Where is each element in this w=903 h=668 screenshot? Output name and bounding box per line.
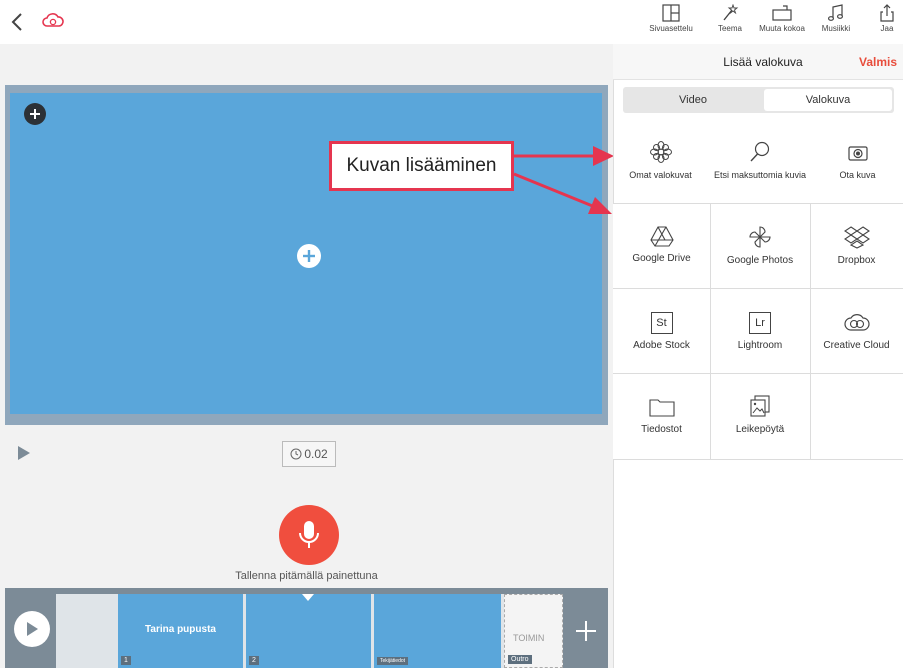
done-button[interactable]: Valmis	[859, 55, 897, 69]
timeline-clip[interactable]: TOIMIN Outro	[504, 594, 563, 668]
service-label: Tiedostot	[641, 424, 682, 435]
tab-photo[interactable]: Valokuva	[764, 89, 892, 111]
grid-divider	[613, 288, 903, 289]
add-photo-button[interactable]	[297, 244, 321, 268]
service-google-photos[interactable]: Google Photos	[710, 225, 810, 266]
share-icon	[880, 4, 894, 22]
music-note-icon	[827, 4, 844, 21]
dropbox-icon	[843, 226, 870, 249]
layout-icon	[662, 4, 680, 22]
grid-divider	[613, 203, 903, 204]
cloud-sync-icon	[42, 13, 64, 27]
chevron-left-icon	[11, 13, 22, 31]
clip-number: Outro	[508, 655, 532, 664]
service-label: Google Photos	[726, 255, 794, 266]
duration-button[interactable]: 0.02	[282, 441, 336, 467]
pinwheel-icon	[749, 226, 771, 248]
wand-icon	[723, 4, 739, 21]
grid-divider	[613, 459, 903, 460]
service-dropbox[interactable]: Dropbox	[810, 225, 903, 266]
play-icon	[27, 622, 38, 636]
service-files[interactable]: Tiedostot	[613, 396, 710, 435]
theme-button[interactable]: Teema	[710, 4, 750, 33]
share-button[interactable]: Jaa	[874, 4, 900, 33]
service-label: Leikepöytä	[735, 424, 785, 435]
plus-icon	[575, 621, 596, 641]
record-button[interactable]	[279, 505, 339, 565]
grid-divider	[613, 373, 903, 374]
back-button[interactable]	[10, 12, 24, 32]
add-corner-button[interactable]	[24, 103, 46, 125]
timeline-clip[interactable]: Tekijätiedot	[374, 594, 501, 668]
playhead-marker	[302, 594, 314, 601]
clip-title: TOIMIN	[513, 633, 545, 643]
service-clipboard[interactable]: Leikepöytä	[710, 394, 810, 435]
plus-icon	[30, 109, 40, 119]
lightroom-icon: Lr	[749, 312, 771, 334]
layout-button[interactable]: Sivuasettelu	[643, 4, 699, 33]
clip-number: 2	[249, 656, 259, 665]
tab-video-label: Video	[679, 94, 707, 106]
timeline-play-button[interactable]	[14, 611, 50, 647]
play-icon	[18, 446, 30, 460]
clip-number: Tekijätiedot	[377, 657, 409, 665]
camera-icon	[847, 146, 868, 161]
theme-label: Teema	[717, 24, 742, 33]
search-icon	[750, 141, 770, 162]
music-button[interactable]: Musiikki	[815, 4, 857, 33]
google-drive-icon	[649, 226, 674, 247]
source-free-images[interactable]: Etsi maksuttomia kuvia	[708, 140, 812, 180]
play-preview-button[interactable]	[17, 446, 31, 460]
adobe-stock-icon: St	[650, 312, 673, 334]
service-label: Google Drive	[632, 253, 691, 264]
resize-button[interactable]: Muuta kokoa	[752, 4, 812, 33]
lightroom-glyph: Lr	[755, 317, 765, 329]
duration-value: 0.02	[304, 447, 328, 461]
tab-video[interactable]: Video	[625, 89, 761, 111]
record-hint: Tallenna pitämällä painettuna	[235, 570, 378, 582]
resize-label: Muuta kokoa	[759, 24, 805, 33]
resize-icon	[772, 5, 792, 21]
source-label: Etsi maksuttomia kuvia	[713, 170, 807, 180]
clipboard-image-icon	[750, 395, 770, 417]
service-label: Dropbox	[837, 255, 876, 266]
cloud-sync-button[interactable]	[42, 11, 64, 31]
adobe-stock-glyph: St	[656, 317, 667, 329]
annotation-box: Kuvan lisääminen	[329, 141, 514, 191]
clip-title: Tarina pupusta	[145, 624, 216, 635]
service-lightroom[interactable]: Lr Lightroom	[710, 312, 810, 351]
timeline-clip[interactable]: Tarina pupusta 1	[118, 594, 243, 668]
share-label: Jaa	[880, 24, 894, 33]
source-label: Omat valokuvat	[629, 170, 692, 180]
microphone-icon	[299, 521, 319, 548]
annotation-text: Kuvan lisääminen	[346, 155, 497, 176]
add-slide-button[interactable]	[563, 594, 608, 668]
service-label: Adobe Stock	[633, 340, 690, 351]
clip-number: 1	[121, 656, 131, 665]
layout-label: Sivuasettelu	[649, 24, 693, 33]
creative-cloud-icon	[843, 314, 870, 331]
service-google-drive[interactable]: Google Drive	[613, 225, 710, 264]
plus-icon	[303, 250, 315, 262]
service-adobe-stock[interactable]: St Adobe Stock	[613, 312, 710, 351]
source-my-photos[interactable]: Omat valokuvat	[613, 140, 708, 180]
top-bar: Sivuasettelu Teema Muuta kokoa Musiikki …	[0, 0, 903, 44]
timeline-clip[interactable]: 2	[246, 594, 371, 668]
tab-photo-label: Valokuva	[805, 94, 851, 106]
music-label: Musiikki	[821, 24, 851, 33]
service-label: Creative Cloud	[823, 340, 890, 351]
flower-icon	[649, 141, 672, 163]
service-label: Lightroom	[737, 340, 783, 351]
source-take-photo[interactable]: Ota kuva	[812, 140, 903, 180]
service-creative-cloud[interactable]: Creative Cloud	[810, 312, 903, 351]
folder-icon	[648, 399, 675, 417]
clock-icon	[290, 448, 302, 460]
source-label: Ota kuva	[839, 170, 876, 180]
